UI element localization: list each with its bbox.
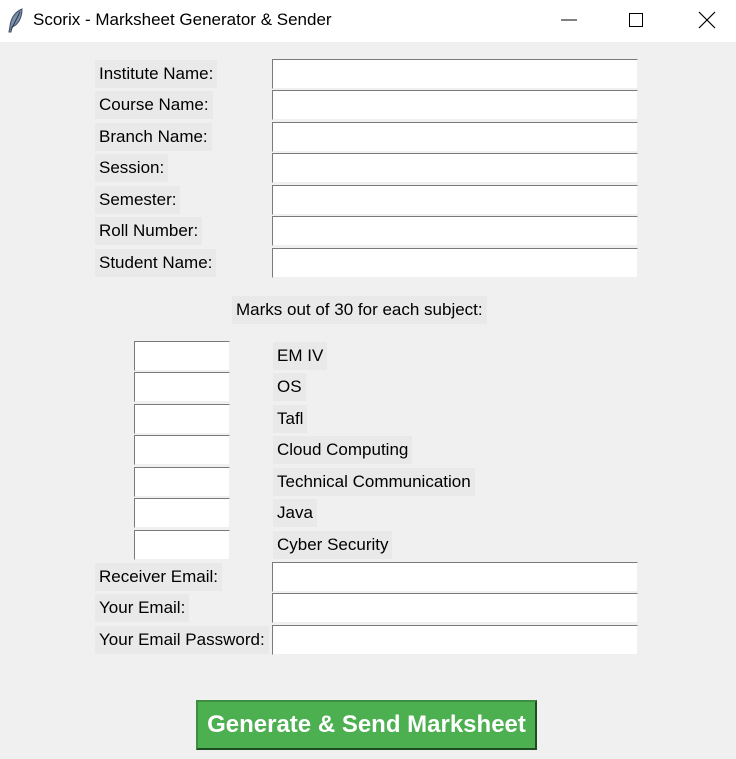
subject-label-cloud-computing: Cloud Computing <box>273 436 413 464</box>
institute-name-label: Institute Name: <box>95 60 218 88</box>
course-name-input[interactable] <box>272 90 638 120</box>
course-name-label: Course Name: <box>95 91 213 119</box>
subject-label-tafl: Tafl <box>273 405 308 433</box>
semester-label: Semester: <box>95 186 181 214</box>
your-email-input[interactable] <box>272 593 638 623</box>
receiver-email-label: Receiver Email: <box>95 563 223 591</box>
maximize-icon <box>629 13 643 27</box>
minimize-button[interactable] <box>540 0 598 42</box>
feather-icon <box>7 8 25 34</box>
minimize-icon <box>561 19 577 21</box>
title-bar: Scorix - Marksheet Generator & Sender <box>0 0 736 42</box>
student-name-input[interactable] <box>272 248 638 278</box>
mark-input-cyber-security[interactable] <box>134 530 230 560</box>
mark-input-os[interactable] <box>134 372 230 402</box>
branch-name-label: Branch Name: <box>95 123 212 151</box>
semester-input[interactable] <box>272 185 638 215</box>
close-button[interactable] <box>678 0 736 42</box>
session-label: Session: <box>95 154 169 182</box>
marks-heading: Marks out of 30 for each subject: <box>232 296 487 324</box>
window-title: Scorix - Marksheet Generator & Sender <box>33 10 332 29</box>
generate-send-button[interactable]: Generate & Send Marksheet <box>196 700 537 750</box>
session-input[interactable] <box>272 153 638 183</box>
maximize-button[interactable] <box>607 0 665 42</box>
subject-label-java: Java <box>273 499 317 527</box>
email-password-input[interactable] <box>272 625 638 655</box>
mark-input-tafl[interactable] <box>134 404 230 434</box>
receiver-email-input[interactable] <box>272 562 638 592</box>
mark-input-java[interactable] <box>134 498 230 528</box>
subject-label-technical-communication: Technical Communication <box>273 468 475 496</box>
subject-label-os: OS <box>273 373 306 401</box>
institute-name-input[interactable] <box>272 59 638 89</box>
close-icon <box>698 11 716 29</box>
student-name-label: Student Name: <box>95 249 217 277</box>
mark-input-em-iv[interactable] <box>134 341 230 371</box>
subject-label-cyber-security: Cyber Security <box>273 531 393 559</box>
email-password-label: Your Email Password: <box>95 626 269 654</box>
roll-number-label: Roll Number: <box>95 217 203 245</box>
mark-input-technical-communication[interactable] <box>134 467 230 497</box>
mark-input-cloud-computing[interactable] <box>134 435 230 465</box>
roll-number-input[interactable] <box>272 216 638 246</box>
your-email-label: Your Email: <box>95 594 190 622</box>
branch-name-input[interactable] <box>272 122 638 152</box>
subject-label-em-iv: EM IV <box>273 342 328 370</box>
